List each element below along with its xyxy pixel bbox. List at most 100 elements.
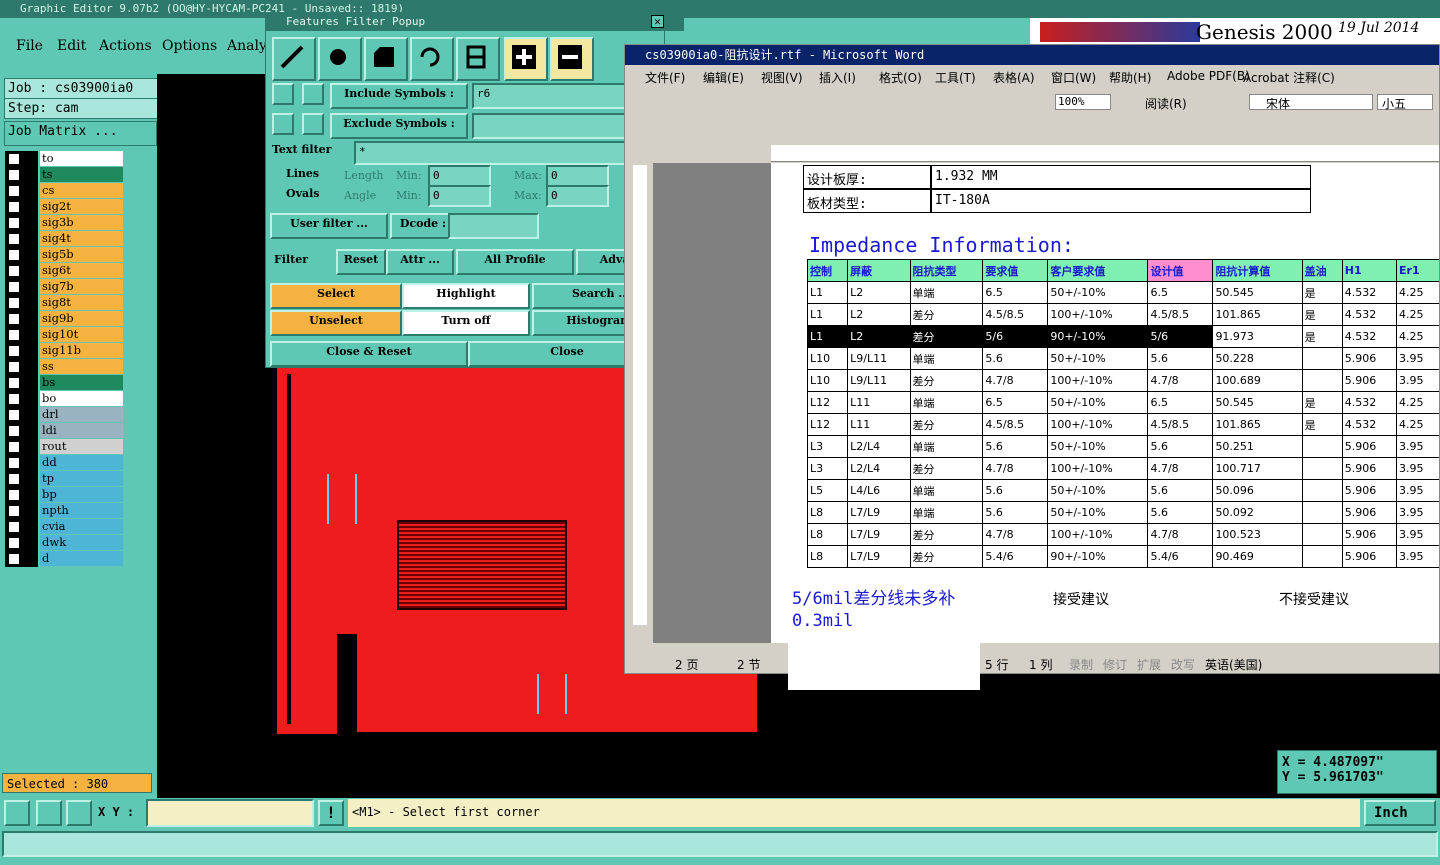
layer-name[interactable]: ts [40,167,123,182]
layer-row[interactable]: ss [5,359,125,375]
layer-row[interactable]: bs [5,375,125,391]
layer-name[interactable]: sig3b [40,215,123,230]
layer-display-checkbox[interactable] [7,264,21,278]
menu-file[interactable]: File [16,38,43,54]
layer-display-checkbox[interactable] [7,232,21,246]
layer-display-checkbox[interactable] [7,184,21,198]
layer-name[interactable]: cvia [40,519,123,534]
negative-polarity-icon[interactable] [550,37,594,81]
layer-name[interactable]: bo [40,391,123,406]
layer-display-checkbox[interactable] [7,248,21,262]
layer-display-checkbox[interactable] [7,312,21,326]
close-icon[interactable]: ✕ [651,15,664,28]
text-filter-input[interactable]: * [354,141,669,165]
all-profile-dropdown[interactable]: All Profile [456,249,574,275]
word-menu-item[interactable]: 工具(T) [935,69,976,86]
include-list-icon[interactable] [302,83,324,105]
word-menu-item[interactable]: Acrobat 注释(C) [1243,69,1335,86]
menu-analysis[interactable]: Analy [227,38,267,54]
job-matrix-button[interactable]: Job Matrix ... [4,121,157,146]
dcode-input[interactable] [448,213,539,239]
unit-dropdown[interactable]: Inch [1364,800,1436,826]
select-button[interactable]: Select [270,283,402,309]
layer-display-checkbox[interactable] [7,456,21,470]
size-select[interactable]: 小五 [1377,94,1433,111]
layer-name[interactable]: bp [40,487,123,502]
layer-row[interactable]: to [5,151,125,167]
layer-row[interactable]: sig8t [5,295,125,311]
layer-name[interactable]: ldi [40,423,123,438]
angle-max-input[interactable]: 0 [546,185,609,207]
table-row[interactable]: L1 L2 单端 6.5 50+/-10% 6.5 50.545 是 4.532 4.25 [806,281,1439,304]
layer-name[interactable]: sig4t [40,231,123,246]
table-row[interactable]: L12 L11 单端 6.5 50+/-10% 6.5 50.545 是 4.532 4.25 [806,391,1439,414]
layer-name[interactable]: sig8t [40,295,123,310]
layer-display-checkbox[interactable] [7,552,21,566]
layer-row[interactable]: drl [5,407,125,423]
layer-display-checkbox[interactable] [7,216,21,230]
angle-checkbox[interactable]: Angle [344,189,376,202]
table-row[interactable]: L5 L4/L6 单端 5.6 50+/-10% 5.6 50.096 5.906 3.95 [806,479,1439,502]
layer-display-checkbox[interactable] [7,424,21,438]
layer-display-checkbox[interactable] [7,504,21,518]
read-button[interactable]: 阅读(R) [1145,95,1187,112]
xy-input[interactable] [146,799,314,827]
layer-display-checkbox[interactable] [7,392,21,406]
layer-display-checkbox[interactable] [7,152,21,166]
word-menu-item[interactable]: 窗口(W) [1051,69,1096,86]
layer-row[interactable]: sig11b [5,343,125,359]
table-row[interactable]: L10 L9/L11 单端 5.6 50+/-10% 5.6 50.228 5.906 3.95 [806,347,1439,370]
layer-row[interactable]: cs [5,183,125,199]
layer-row[interactable]: ts [5,167,125,183]
text-tool-icon[interactable] [456,37,500,81]
table-row[interactable]: L3 L2/L4 差分 4.7/8 100+/-10% 4.7/8 100.717 5.906… [806,457,1439,480]
layer-row[interactable]: sig3b [5,215,125,231]
warning-icon[interactable]: ! [318,800,344,826]
layer-row[interactable]: sig4t [5,231,125,247]
layer-display-checkbox[interactable] [7,472,21,486]
turn-off-button[interactable]: Turn off [402,310,530,336]
length-checkbox[interactable]: Length [344,169,383,182]
layer-name[interactable]: to [40,151,123,166]
layer-row[interactable]: sig6t [5,263,125,279]
reset-button[interactable]: Reset [336,249,386,275]
layer-name[interactable]: d [40,551,123,566]
layer-row[interactable]: ldi [5,423,125,439]
close-reset-button[interactable]: Close & Reset [270,341,468,367]
word-menu-item[interactable]: 插入(I) [819,69,856,86]
arc-tool-icon[interactable] [410,37,454,81]
layer-display-checkbox[interactable] [7,328,21,342]
layer-display-checkbox[interactable] [7,360,21,374]
layer-row[interactable]: npth [5,503,125,519]
font-select[interactable]: 宋体 [1249,94,1373,111]
layer-name[interactable]: rout [40,439,123,454]
highlight-button[interactable]: Highlight [402,283,530,309]
layer-display-checkbox[interactable] [7,536,21,550]
status-trk[interactable]: 修订 [1103,656,1127,673]
layer-display-checkbox[interactable] [7,376,21,390]
table-row[interactable]: L1 L2 差分 5/6 90+/-10% 5/6 91.973 是 4.532 4.25 [806,325,1439,348]
table-row[interactable]: L8 L7/L9 单端 5.6 50+/-10% 5.6 50.092 5.906 3.95 [806,501,1439,524]
layer-name[interactable]: sig2t [40,199,123,214]
table-row[interactable]: L1 L2 差分 4.5/8.5 100+/-10% 4.5/8.5 101.865 是 4.5… [806,303,1439,326]
layer-name[interactable]: ss [40,359,123,374]
zoom-select[interactable]: 100% [1055,94,1111,110]
exclude-pick-icon[interactable] [272,113,294,135]
menu-options[interactable]: Options [162,38,217,54]
layer-name[interactable]: sig5b [40,247,123,262]
table-row[interactable]: L8 L7/L9 差分 4.7/8 100+/-10% 4.7/8 100.523 5.906… [806,523,1439,546]
user-filter-button[interactable]: User filter ... [270,213,388,239]
layer-row[interactable]: sig7b [5,279,125,295]
surface-tool-icon[interactable] [364,37,408,81]
layer-name[interactable]: dwk [40,535,123,550]
measure-icon[interactable] [36,800,62,826]
layer-display-checkbox[interactable] [7,488,21,502]
layer-display-checkbox[interactable] [7,408,21,422]
layer-row[interactable]: sig10t [5,327,125,343]
status-ovr[interactable]: 改写 [1171,656,1195,673]
length-min-input[interactable]: 0 [428,165,491,187]
document-page[interactable]: 设计板厚: 1.932 MM 板材类型: IT-180A Impedance I… [653,163,1439,643]
word-menu-item[interactable]: 格式(O) [879,69,922,86]
menu-edit[interactable]: Edit [57,38,86,54]
word-menu-item[interactable]: Adobe PDF(B) [1167,69,1250,83]
